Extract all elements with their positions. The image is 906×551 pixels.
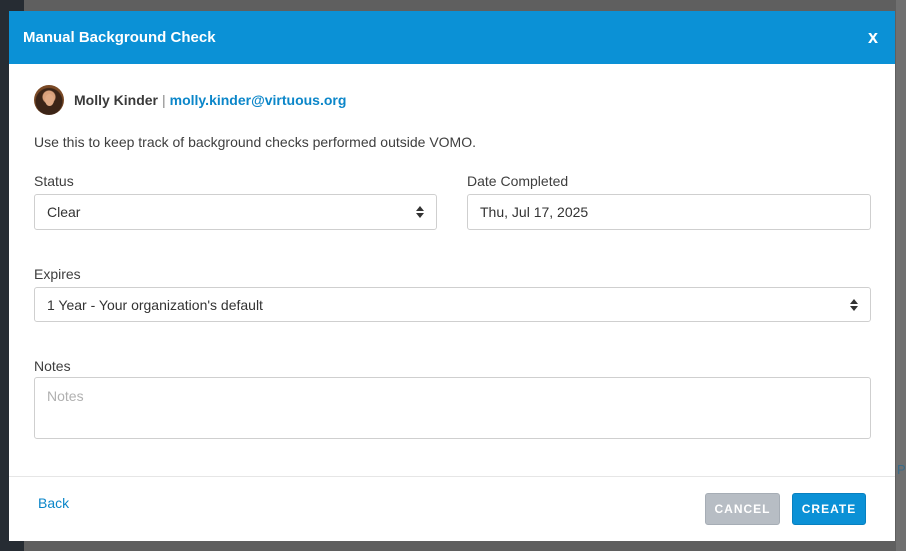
status-select[interactable]: Clear bbox=[34, 194, 437, 230]
background-text-fragment: Pr bbox=[897, 462, 906, 477]
user-info: Molly Kinder | molly.kinder@virtuous.org bbox=[34, 85, 346, 115]
notes-textarea[interactable]: Notes bbox=[34, 377, 871, 439]
date-completed-value: Thu, Jul 17, 2025 bbox=[480, 204, 589, 220]
expires-label: Expires bbox=[34, 266, 81, 282]
back-link[interactable]: Back bbox=[38, 495, 69, 511]
description-text: Use this to keep track of background che… bbox=[34, 134, 476, 150]
cancel-button[interactable]: CANCEL bbox=[705, 493, 780, 525]
close-icon[interactable]: x bbox=[861, 25, 885, 49]
footer-divider bbox=[9, 476, 895, 477]
status-select-value: Clear bbox=[47, 204, 81, 220]
date-completed-label: Date Completed bbox=[467, 173, 569, 189]
background-check-modal: Manual Background Check x Molly Kinder |… bbox=[9, 11, 895, 541]
avatar bbox=[34, 85, 64, 115]
expires-select[interactable]: 1 Year - Your organization's default bbox=[34, 287, 871, 322]
select-arrows-icon bbox=[850, 298, 858, 311]
select-arrows-icon bbox=[416, 206, 424, 218]
user-separator: | bbox=[162, 92, 166, 108]
modal-title: Manual Background Check bbox=[23, 29, 216, 46]
expires-select-value: 1 Year - Your organization's default bbox=[47, 296, 263, 313]
status-label: Status bbox=[34, 173, 74, 189]
date-completed-input[interactable]: Thu, Jul 17, 2025 bbox=[467, 194, 871, 230]
user-email-link[interactable]: molly.kinder@virtuous.org bbox=[170, 92, 347, 108]
user-name: Molly Kinder bbox=[74, 92, 159, 108]
notes-label: Notes bbox=[34, 358, 71, 374]
modal-header: Manual Background Check x bbox=[9, 11, 895, 64]
create-button[interactable]: CREATE bbox=[792, 493, 866, 525]
